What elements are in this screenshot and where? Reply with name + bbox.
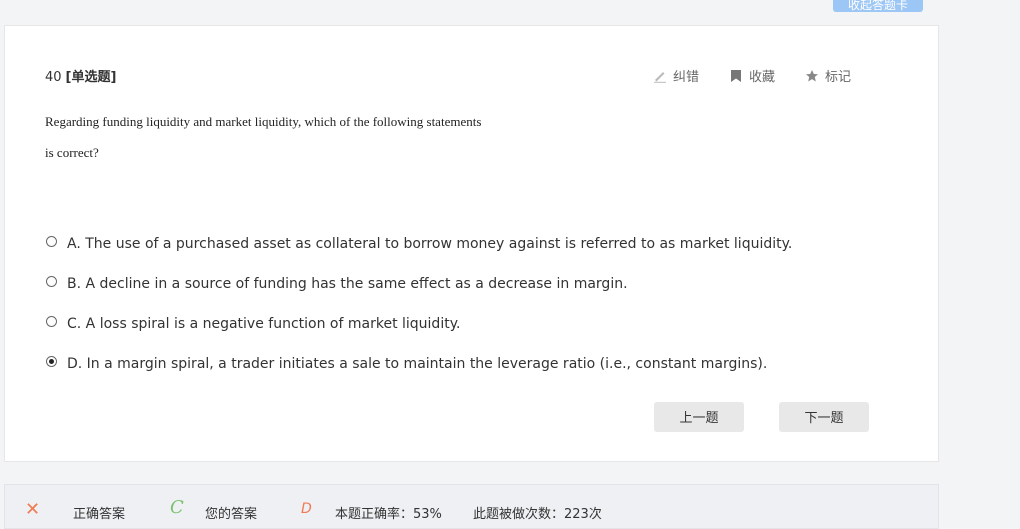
- option-b[interactable]: B. A decline in a source of funding has …: [46, 264, 792, 304]
- options-list: A. The use of a purchased asset as colla…: [46, 224, 792, 384]
- mark-button[interactable]: 标记: [805, 66, 851, 85]
- bookmark-icon: [729, 69, 743, 83]
- option-label: A. The use of a purchased asset as colla…: [67, 236, 793, 252]
- radio-button-selected[interactable]: [46, 355, 57, 367]
- your-answer-value: D: [301, 501, 312, 517]
- radio-button[interactable]: [46, 235, 57, 247]
- question-stem: Regarding funding liquidity and market l…: [45, 106, 535, 168]
- favorite-button[interactable]: 收藏: [729, 66, 775, 85]
- question-card: 40 [单选题] 纠错 收藏 标记 Regarding funding liqui…: [4, 25, 939, 462]
- star-icon: [805, 69, 819, 83]
- question-stem-line: is correct?: [45, 145, 99, 160]
- report-error-button[interactable]: 纠错: [653, 66, 699, 85]
- next-question-button[interactable]: 下一题: [779, 402, 869, 432]
- question-number: 40: [45, 70, 62, 85]
- favorite-label: 收藏: [749, 70, 776, 85]
- correct-answer-label: 正确答案: [73, 507, 126, 522]
- correct-answer-value: C: [170, 497, 184, 518]
- radio-button[interactable]: [46, 275, 57, 287]
- previous-question-button[interactable]: 上一题: [654, 402, 744, 432]
- option-label: B. A decline in a source of funding has …: [67, 276, 628, 292]
- option-a[interactable]: A. The use of a purchased asset as colla…: [46, 224, 792, 264]
- pencil-icon: [653, 69, 667, 83]
- your-answer-label: 您的答案: [205, 507, 258, 522]
- radio-button[interactable]: [46, 315, 57, 327]
- question-header: 40 [单选题]: [45, 66, 116, 85]
- collapse-answer-card-button[interactable]: 收起答题卡: [833, 0, 923, 12]
- report-error-label: 纠错: [673, 70, 700, 85]
- accuracy-text: 本题正确率：53%: [335, 507, 442, 522]
- mark-label: 标记: [825, 70, 852, 85]
- option-d[interactable]: D. In a margin spiral, a trader initiate…: [46, 344, 792, 384]
- option-c[interactable]: C. A loss spiral is a negative function …: [46, 304, 792, 344]
- attempt-count-text: 此题被做次数：223次: [473, 507, 602, 522]
- question-type: [单选题]: [65, 70, 117, 85]
- question-actions: 纠错 收藏 标记: [653, 66, 851, 85]
- option-label: C. A loss spiral is a negative function …: [67, 316, 461, 332]
- close-icon[interactable]: ✕: [25, 499, 40, 520]
- question-stem-line: Regarding funding liquidity and market l…: [45, 114, 482, 129]
- option-label: D. In a margin spiral, a trader initiate…: [67, 356, 768, 372]
- answer-footer: ✕ 正确答案 C 您的答案 D 本题正确率：53% 此题被做次数：223次: [4, 484, 939, 529]
